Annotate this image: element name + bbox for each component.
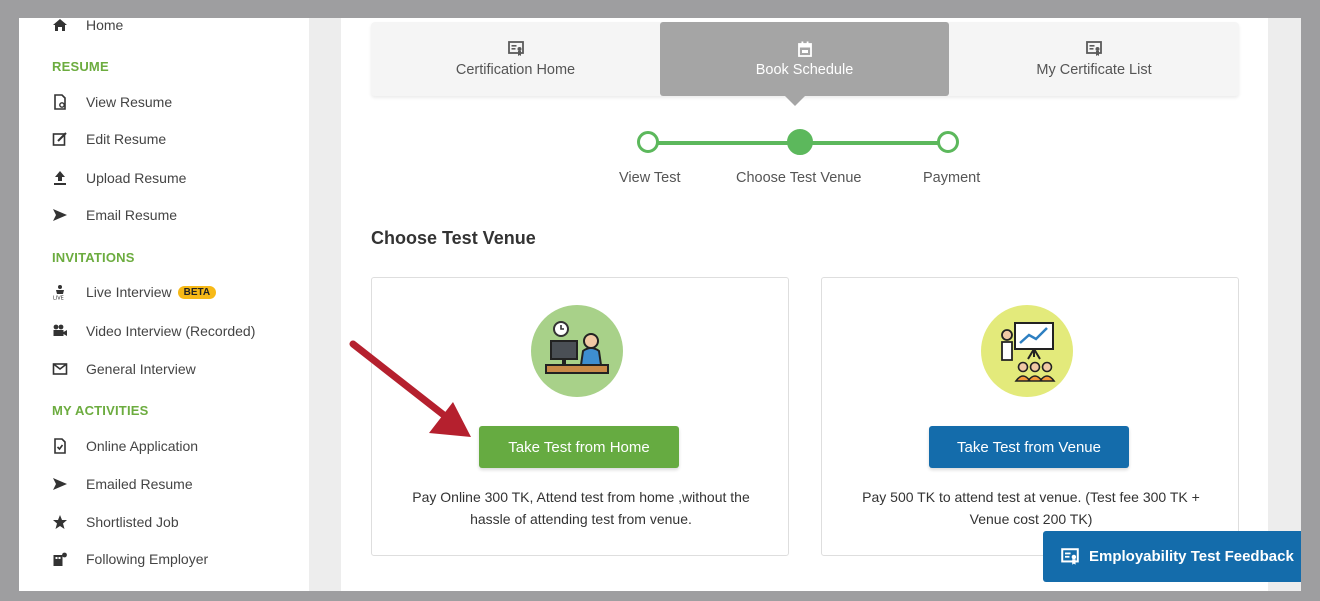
sidebar-item-online-application[interactable]: Online Application [50, 434, 198, 458]
home-icon [50, 18, 70, 34]
sidebar-item-emailed-resume[interactable]: Emailed Resume [50, 472, 193, 496]
sidebar-item-label: Live Interview [86, 284, 172, 300]
sidebar-item-label: Edit Resume [86, 131, 167, 147]
svg-text:LIVE: LIVE [53, 296, 64, 301]
active-tab-caret [785, 96, 805, 106]
video-camera-icon [50, 322, 70, 340]
tab-certification-home[interactable]: Certification Home [371, 22, 660, 96]
tab-book-schedule[interactable]: Book Schedule [660, 22, 949, 96]
main-content: Certification Home Book Schedule My Cert… [341, 18, 1268, 591]
feedback-label: Employability Test Feedback [1089, 548, 1294, 565]
take-test-from-home-button[interactable]: Take Test from Home [479, 426, 679, 468]
section-heading-resume: RESUME [52, 59, 109, 74]
certification-tabs: Certification Home Book Schedule My Cert… [371, 22, 1239, 96]
sidebar-item-shortlisted-job[interactable]: Shortlisted Job [50, 510, 179, 534]
sidebar: Home RESUME View Resume Edit Resume Uplo… [19, 18, 309, 591]
sidebar-item-upload-resume[interactable]: Upload Resume [50, 166, 186, 190]
right-gutter [1268, 18, 1301, 591]
sidebar-item-edit-resume[interactable]: Edit Resume [50, 127, 166, 151]
sidebar-item-general-interview[interactable]: General Interview [50, 357, 196, 381]
sidebar-item-label: Emailed Resume [86, 476, 193, 492]
step-dot-view-test [637, 131, 659, 153]
section-heading-activities: MY ACTIVITIES [52, 403, 149, 418]
sidebar-item-following-employer[interactable]: Following Employer [50, 547, 208, 571]
tab-my-certificate-list[interactable]: My Certificate List [949, 22, 1239, 96]
calendar-icon [797, 41, 812, 57]
section-heading-invitations: INVITATIONS [52, 250, 135, 265]
home-description: Pay Online 300 TK, Attend test from home… [412, 489, 750, 527]
content-gutter [309, 18, 341, 591]
venue-presentation-illustration [981, 305, 1073, 397]
app-frame: Home RESUME View Resume Edit Resume Uplo… [19, 18, 1301, 591]
tab-label: Certification Home [455, 62, 576, 78]
sidebar-item-video-interview[interactable]: Video Interview (Recorded) [50, 319, 255, 343]
employer-icon [50, 550, 70, 568]
certificate-icon [1086, 41, 1102, 56]
sidebar-item-label: Email Resume [86, 207, 178, 223]
tab-label: My Certificate List [1036, 62, 1152, 78]
live-icon: LIVE [50, 283, 70, 301]
step-dot-choose-venue [787, 129, 813, 155]
sidebar-item-label: Upload Resume [86, 170, 187, 186]
sidebar-item-live-interview[interactable]: LIVE Live Interview BETA [50, 280, 217, 304]
take-test-from-venue-button[interactable]: Take Test from Venue [929, 426, 1129, 468]
send-icon [50, 475, 70, 493]
employability-feedback-button[interactable]: Employability Test Feedback [1043, 531, 1301, 582]
sidebar-item-view-resume[interactable]: View Resume [50, 90, 172, 114]
venue-description: Pay 500 TK to attend test at venue. (Tes… [862, 489, 1200, 527]
sidebar-item-email-resume[interactable]: Email Resume [50, 203, 177, 227]
step-label-choose-venue: Choose Test Venue [736, 170, 862, 186]
tab-label: Book Schedule [755, 62, 854, 78]
edit-icon [50, 130, 70, 148]
upload-icon [50, 169, 70, 187]
sidebar-item-label: Shortlisted Job [86, 514, 179, 530]
sidebar-item-label: Following Employer [86, 551, 209, 567]
sidebar-item-label: View Resume [86, 94, 173, 110]
envelope-icon [50, 360, 70, 378]
sidebar-item-label: Home [86, 18, 124, 33]
step-label-payment: Payment [923, 170, 981, 186]
sidebar-item-label: General Interview [86, 361, 196, 377]
annotation-arrow-icon [349, 340, 471, 437]
beta-badge: BETA [177, 285, 217, 299]
document-check-icon [50, 437, 70, 455]
step-dot-payment [937, 131, 959, 153]
sidebar-item-label: Video Interview (Recorded) [86, 323, 256, 339]
view-resume-icon [50, 93, 70, 111]
venue-card-venue: Take Test from Venue Pay 500 TK to atten… [821, 277, 1239, 556]
sidebar-item-home[interactable]: Home [50, 18, 123, 37]
certificate-icon [507, 41, 524, 56]
section-title: Choose Test Venue [371, 228, 536, 248]
send-icon [50, 206, 70, 224]
step-label-view-test: View Test [619, 170, 681, 186]
certificate-icon [1061, 547, 1079, 565]
star-icon [50, 513, 70, 531]
sidebar-item-label: Online Application [86, 438, 199, 454]
home-test-illustration [531, 305, 623, 397]
